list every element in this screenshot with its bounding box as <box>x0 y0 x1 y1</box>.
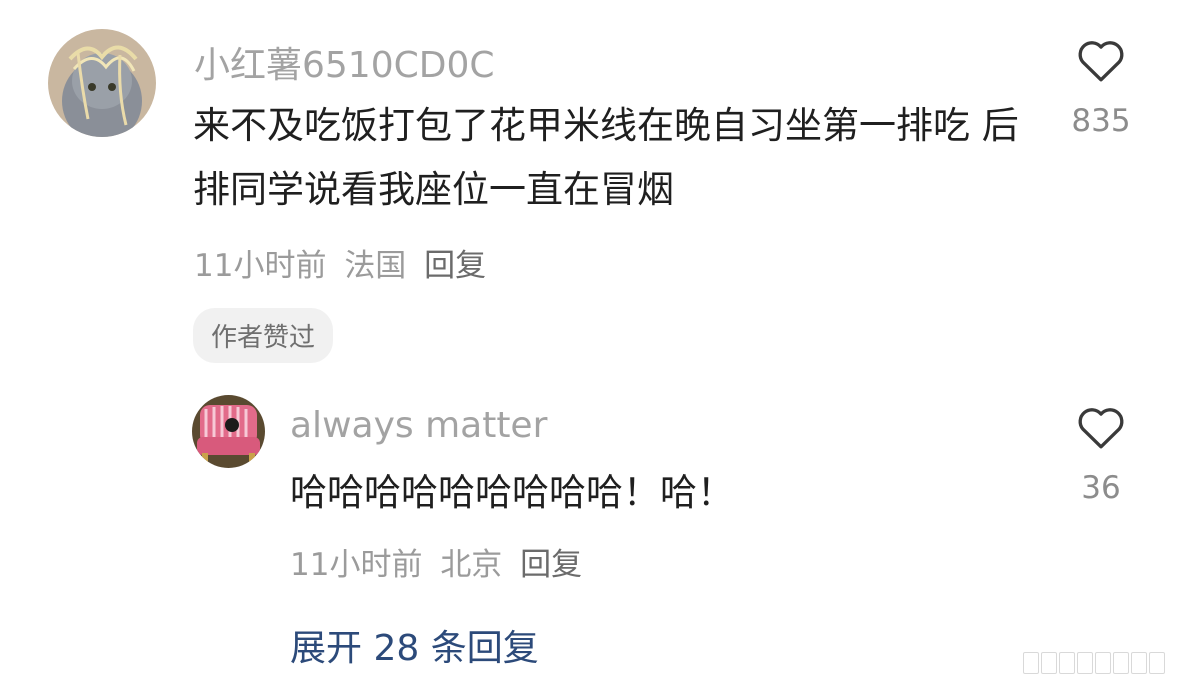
heart-icon <box>1078 41 1124 82</box>
reply-like-button[interactable]: 36 <box>1066 404 1136 506</box>
commenter-avatar[interactable] <box>48 29 156 137</box>
commenter-username[interactable]: 小红薯6510CD0C <box>194 36 495 88</box>
comment-like-count: 835 <box>1071 103 1131 139</box>
reply-meta: 11小时前 北京 回复 <box>290 539 590 584</box>
comment-meta: 11小时前 法国 回复 <box>194 240 494 285</box>
author-liked-badge: 作者赞过 <box>193 308 334 363</box>
reply-like-count: 36 <box>1081 470 1121 506</box>
comment-reply-button[interactable]: 回复 <box>424 248 486 284</box>
pink-armchair-avatar-icon <box>192 395 265 468</box>
heart-icon <box>1078 408 1124 449</box>
watermark-logo <box>1023 652 1165 674</box>
replier-avatar[interactable] <box>192 395 265 468</box>
cat-with-noodles-avatar-icon <box>48 29 156 137</box>
replier-username[interactable]: always matter <box>290 405 547 446</box>
reply-reply-button[interactable]: 回复 <box>520 547 582 583</box>
reply-location: 北京 <box>440 547 503 583</box>
comment-text: 来不及吃饭打包了花甲米线在晚自习坐第一排吃 后排同学说看我座位一直在冒烟 <box>193 104 1019 211</box>
comment-location: 法国 <box>344 248 407 284</box>
expand-replies-button[interactable]: 展开 28 条回复 <box>290 619 539 671</box>
reply-time: 11小时前 <box>290 547 423 583</box>
reply-text: 哈哈哈哈哈哈哈哈哈！哈！ <box>290 471 734 514</box>
comment-like-button[interactable]: 835 <box>1066 37 1136 139</box>
comment-time: 11小时前 <box>194 248 327 284</box>
